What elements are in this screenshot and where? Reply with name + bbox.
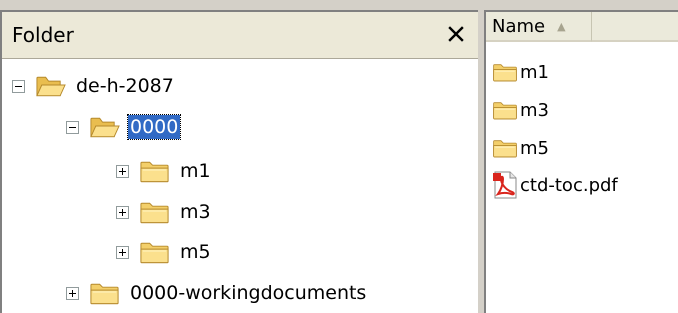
tree-item-label: m5 <box>180 241 211 263</box>
file-list-pane: Name ▲ m1 m3 m5 ctd-toc.pdf <box>484 10 678 313</box>
close-folder-pane-button[interactable] <box>442 20 470 48</box>
expand-toggle-icon[interactable] <box>116 164 129 178</box>
tree-item-label: de-h-2087 <box>76 75 174 97</box>
file-list-item-label: m1 <box>520 61 549 83</box>
tree-item-label-selected: 0000 <box>126 114 182 140</box>
tree-item-0000[interactable]: 0000 <box>66 112 182 142</box>
folder-tree-pane: Folder de-h-2087 0000 m1 m3 m5 0000-work… <box>0 10 478 313</box>
name-column-header[interactable]: Name ▲ <box>486 12 592 42</box>
file-list-item-label: m5 <box>520 137 549 159</box>
collapse-toggle-icon[interactable] <box>12 79 25 93</box>
expand-toggle-icon[interactable] <box>116 205 129 219</box>
collapse-toggle-icon[interactable] <box>66 120 79 134</box>
pdf-file-icon <box>492 170 518 200</box>
file-list-item-m5[interactable]: m5 <box>492 134 549 162</box>
folder-open-icon <box>89 114 120 140</box>
column-header-filler <box>592 12 678 42</box>
folder-icon <box>492 99 518 121</box>
tree-item-de-h-2087[interactable]: de-h-2087 <box>12 71 176 101</box>
tree-item-label: m1 <box>180 160 211 182</box>
name-column-label: Name <box>492 15 546 37</box>
close-icon <box>448 26 464 42</box>
tree-item-m3[interactable]: m3 <box>116 197 213 227</box>
expand-toggle-icon[interactable] <box>116 245 129 259</box>
folder-icon <box>139 199 170 225</box>
file-list-item-m3[interactable]: m3 <box>492 96 549 124</box>
folder-icon <box>139 239 170 265</box>
tree-item-label: 0000-workingdocuments <box>130 282 367 304</box>
sort-ascending-icon: ▲ <box>557 19 566 33</box>
tree-item-0000-workingdocuments[interactable]: 0000-workingdocuments <box>66 278 368 308</box>
folder-open-icon <box>35 73 66 99</box>
file-list-item-label: m3 <box>520 99 549 121</box>
folder-icon <box>89 280 120 306</box>
folder-icon <box>139 158 170 184</box>
file-list-item-ctd-toc-pdf[interactable]: ctd-toc.pdf <box>492 171 618 199</box>
tree-item-m1[interactable]: m1 <box>116 156 213 186</box>
file-list-item-label: ctd-toc.pdf <box>520 174 618 196</box>
tree-item-m5[interactable]: m5 <box>116 237 213 267</box>
folder-icon <box>492 61 518 83</box>
expand-toggle-icon[interactable] <box>66 286 79 300</box>
folder-pane-header: Folder <box>2 12 478 59</box>
tree-item-label: m3 <box>180 201 211 223</box>
file-list-item-m1[interactable]: m1 <box>492 58 549 86</box>
folder-pane-title: Folder <box>12 23 74 47</box>
folder-icon <box>492 137 518 159</box>
